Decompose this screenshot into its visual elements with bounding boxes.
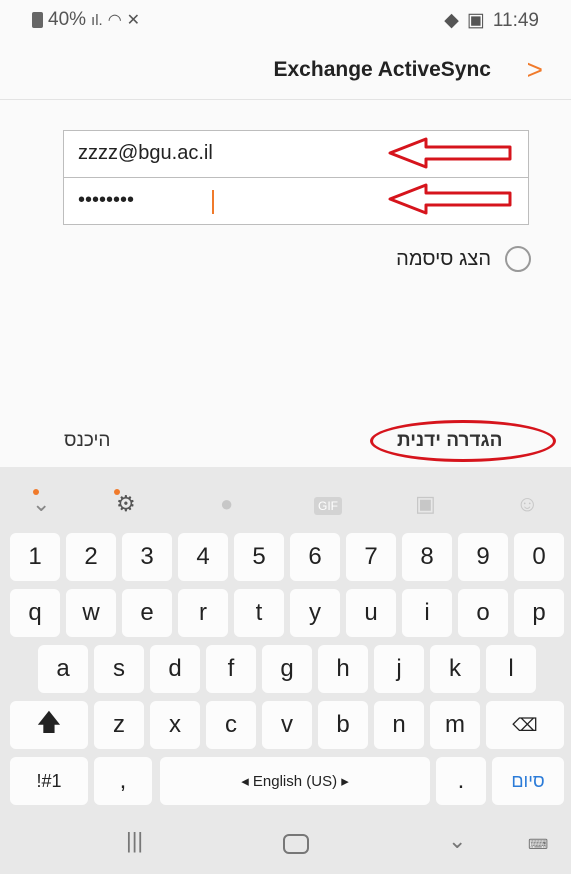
annotation-arrow-email	[388, 137, 512, 169]
recent-apps-icon[interactable]: |||	[126, 828, 143, 854]
key-4[interactable]: 4	[178, 533, 228, 581]
key-v[interactable]: v	[262, 701, 312, 749]
navigation-bar: ||| ⌄ ⌨	[0, 814, 571, 874]
key-e[interactable]: e	[122, 589, 172, 637]
emoji-icon[interactable]: ☺	[516, 491, 538, 517]
key-i[interactable]: i	[402, 589, 452, 637]
key-k[interactable]: k	[430, 645, 480, 693]
text-caret	[212, 190, 214, 214]
key-r[interactable]: r	[178, 589, 228, 637]
hide-keyboard-icon[interactable]: ⌄	[448, 828, 466, 854]
sticker-icon[interactable]: ▣	[415, 491, 436, 517]
key-j[interactable]: j	[374, 645, 424, 693]
battery-level: 40%	[48, 9, 87, 30]
page-title: Exchange ActiveSync	[273, 58, 492, 81]
key-y[interactable]: y	[290, 589, 340, 637]
email-value: zzzz@bgu.ac.il	[78, 142, 213, 164]
title-divider	[0, 99, 571, 100]
key-h[interactable]: h	[318, 645, 368, 693]
key-p[interactable]: p	[514, 589, 564, 637]
key-9[interactable]: 9	[458, 533, 508, 581]
period-key[interactable]: .	[436, 757, 486, 805]
key-8[interactable]: 8	[402, 533, 452, 581]
key-q[interactable]: q	[10, 589, 60, 637]
backspace-key[interactable]: ⌫	[486, 701, 564, 749]
gif-icon[interactable]: GIF	[314, 497, 342, 515]
key-7[interactable]: 7	[346, 533, 396, 581]
key-u[interactable]: u	[346, 589, 396, 637]
clock: 11:49	[492, 9, 539, 31]
key-6[interactable]: 6	[290, 533, 340, 581]
annotation-circle	[370, 420, 556, 462]
keyboard-toolbar: ⌄ ⚙ ● GIF ▣ ☺	[0, 467, 571, 539]
sign-in-button[interactable]: היכנס	[64, 430, 110, 452]
key-0[interactable]: 0	[514, 533, 564, 581]
wifi-icon: ◠	[107, 12, 122, 29]
backspace-icon: ⌫	[512, 714, 538, 735]
key-1[interactable]: 1	[10, 533, 60, 581]
key-5[interactable]: 5	[234, 533, 284, 581]
status-right: ◆ ▣ 11:49	[444, 9, 539, 32]
key-l[interactable]: l	[486, 645, 536, 693]
show-password-toggle[interactable]: הצג סיסמה	[396, 246, 531, 272]
shift-key[interactable]: 🡅	[10, 701, 88, 749]
key-a[interactable]: a	[38, 645, 88, 693]
key-x[interactable]: x	[150, 701, 200, 749]
show-password-label: הצג סיסמה	[396, 247, 491, 270]
keyboard-switch-icon[interactable]: ⌨	[528, 836, 548, 853]
settings-icon[interactable]: ⚙	[116, 491, 136, 517]
battery-icon	[32, 12, 43, 28]
key-n[interactable]: n	[374, 701, 424, 749]
show-password-radio[interactable]	[505, 246, 531, 272]
status-left: 40% ıl. ◠ ✕	[32, 9, 140, 31]
signal-icon: ıl.	[91, 11, 103, 29]
mic-icon[interactable]: ●	[220, 491, 233, 517]
key-z[interactable]: z	[94, 701, 144, 749]
settings-dot	[114, 489, 120, 495]
toolbar-dot	[33, 489, 39, 495]
annotation-arrow-password	[388, 183, 512, 215]
status-bar: 40% ıl. ◠ ✕ ◆ ▣ 11:49	[0, 0, 571, 36]
key-b[interactable]: b	[318, 701, 368, 749]
password-value: ••••••••	[78, 189, 135, 211]
key-s[interactable]: s	[94, 645, 144, 693]
key-g[interactable]: g	[262, 645, 312, 693]
key-m[interactable]: m	[430, 701, 480, 749]
comma-key[interactable]: ,	[94, 757, 152, 805]
key-2[interactable]: 2	[66, 533, 116, 581]
done-key[interactable]: סיום	[492, 757, 564, 805]
key-o[interactable]: o	[458, 589, 508, 637]
location-icon: ◆	[444, 10, 459, 31]
shift-icon: 🡅	[36, 708, 62, 736]
key-f[interactable]: f	[206, 645, 256, 693]
title-bar: Exchange ActiveSync >	[0, 48, 571, 98]
space-key[interactable]: ◂ English (US) ▸	[160, 757, 430, 805]
key-t[interactable]: t	[234, 589, 284, 637]
keyboard: ⌄ ⚙ ● GIF ▣ ☺ 1 2 3 4 5 6 7 8 9 0 q w e …	[0, 467, 571, 874]
symbols-key[interactable]: !#1	[10, 757, 88, 805]
app-screen: 40% ıl. ◠ ✕ ◆ ▣ 11:49 Exchange ActiveSyn…	[0, 0, 571, 467]
chevron-right-icon[interactable]: >	[527, 54, 543, 86]
key-3[interactable]: 3	[122, 533, 172, 581]
key-c[interactable]: c	[206, 701, 256, 749]
gallery-icon: ▣	[466, 10, 485, 31]
key-d[interactable]: d	[150, 645, 200, 693]
mute-icon: ✕	[126, 12, 141, 29]
key-w[interactable]: w	[66, 589, 116, 637]
home-icon[interactable]	[283, 834, 309, 854]
